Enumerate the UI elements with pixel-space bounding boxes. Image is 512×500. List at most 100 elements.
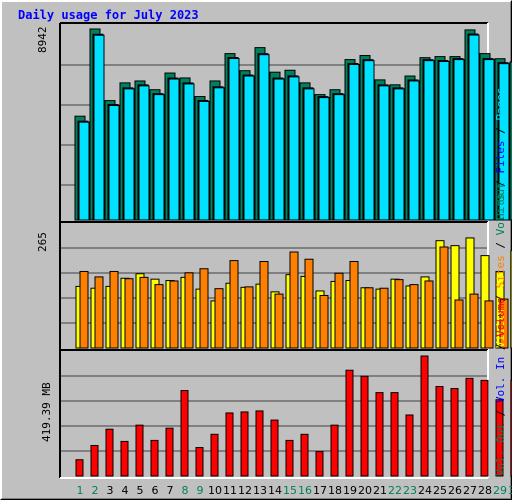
volume-bar bbox=[405, 414, 414, 477]
x-tick-label: 29 bbox=[493, 484, 507, 497]
pages-bar bbox=[198, 100, 210, 221]
x-tick-label: 17 bbox=[313, 484, 327, 497]
volume-bar bbox=[225, 412, 234, 477]
volume-bar bbox=[135, 424, 144, 477]
x-tick-label: 4 bbox=[122, 484, 129, 497]
sites-bar bbox=[394, 279, 404, 349]
sites-bar bbox=[109, 270, 119, 349]
side-legend-item: Files bbox=[494, 141, 507, 174]
volume-bar bbox=[195, 447, 204, 477]
side-legend-item: Pages bbox=[494, 88, 507, 121]
sites-bar bbox=[439, 246, 449, 349]
x-tick-label: 3 bbox=[107, 484, 114, 497]
daily-usage-chart: Daily usage for July 2023 8942Hits / Fil… bbox=[18, 8, 512, 497]
sites-bar bbox=[454, 299, 464, 349]
volume-bar bbox=[420, 355, 429, 477]
volume-bar bbox=[330, 424, 339, 477]
sites-bar bbox=[124, 278, 134, 349]
x-tick-label: 28 bbox=[478, 484, 492, 497]
sites-bar bbox=[424, 280, 434, 349]
x-tick-label: 16 bbox=[298, 484, 312, 497]
side-legend-item: Vol. In bbox=[494, 357, 507, 403]
pages-bar bbox=[273, 78, 285, 221]
sites-bar bbox=[274, 293, 284, 349]
sites-bar bbox=[349, 261, 359, 349]
pages-bar bbox=[318, 97, 330, 221]
pages-bar bbox=[438, 61, 450, 221]
pages-bar bbox=[288, 76, 300, 221]
x-tick-label: 19 bbox=[343, 484, 357, 497]
pages-bar bbox=[468, 34, 480, 221]
x-tick-label: 21 bbox=[373, 484, 387, 497]
pages-bar bbox=[123, 88, 135, 221]
x-tick-label: 27 bbox=[463, 484, 477, 497]
volume-bar bbox=[210, 433, 219, 477]
pages-bar bbox=[303, 88, 315, 221]
x-tick-label: 5 bbox=[137, 484, 144, 497]
pages-bar bbox=[138, 85, 150, 221]
pages-bar bbox=[363, 60, 375, 221]
pages-bar bbox=[423, 60, 435, 221]
pages-bar bbox=[213, 87, 225, 221]
volume-bar bbox=[90, 444, 99, 477]
sites-bar bbox=[94, 276, 104, 349]
volume-bar bbox=[360, 375, 369, 477]
sites-bar bbox=[409, 284, 419, 349]
pages-bar bbox=[78, 121, 90, 221]
pages-bar bbox=[378, 85, 390, 221]
pages-bar bbox=[408, 80, 420, 221]
chart-title: Daily usage for July 2023 bbox=[18, 8, 199, 22]
pages-bar bbox=[483, 59, 495, 221]
volume-bar bbox=[450, 388, 459, 477]
pages-bar bbox=[168, 78, 180, 221]
sites-bar bbox=[199, 268, 209, 349]
volume-bar bbox=[150, 439, 159, 477]
y-axis-max-label: 419.39 MB bbox=[40, 382, 53, 442]
sites-bar bbox=[334, 272, 344, 349]
x-tick-label: 22 bbox=[388, 484, 402, 497]
x-tick-label: 23 bbox=[403, 484, 417, 497]
volume-bar bbox=[255, 410, 264, 477]
volume-bar bbox=[120, 440, 129, 477]
pages-bar bbox=[333, 94, 345, 221]
sites-bar bbox=[319, 294, 329, 349]
sites-bar bbox=[154, 284, 164, 349]
pages-bar bbox=[228, 58, 240, 221]
pages-bar bbox=[258, 54, 270, 221]
volume-bar bbox=[435, 386, 444, 477]
volume-bar bbox=[285, 439, 294, 477]
volume-bar bbox=[465, 377, 474, 477]
sites-bar bbox=[289, 251, 299, 349]
x-tick-label: 1 bbox=[77, 484, 84, 497]
x-tick-label: 20 bbox=[358, 484, 372, 497]
x-tick-label: 11 bbox=[223, 484, 237, 497]
x-tick-label: 25 bbox=[433, 484, 447, 497]
sites-bar bbox=[244, 286, 254, 349]
sites-bar bbox=[79, 270, 89, 349]
side-legend-item: / bbox=[494, 121, 507, 141]
side-legend-item: Sites bbox=[494, 255, 507, 288]
x-tick-label: 24 bbox=[418, 484, 432, 497]
volume-bar bbox=[345, 369, 354, 477]
volume-bar bbox=[480, 379, 489, 477]
x-tick-label: 14 bbox=[268, 484, 282, 497]
x-tick-label: 8 bbox=[182, 484, 189, 497]
volume-bar bbox=[240, 411, 249, 477]
sites-bar bbox=[214, 288, 224, 349]
x-tick-label: 15 bbox=[283, 484, 297, 497]
side-legend-item: Vol. Out bbox=[494, 182, 507, 235]
sites-bar bbox=[364, 287, 374, 349]
x-tick-label: 18 bbox=[328, 484, 342, 497]
side-legend-item: / bbox=[494, 337, 507, 357]
y-axis-max-label: 8942 bbox=[36, 27, 49, 54]
x-tick-label: 10 bbox=[208, 484, 222, 497]
volume-bar bbox=[315, 451, 324, 477]
side-legend: Vol. Out / Vol. In / Volume bbox=[494, 297, 507, 476]
pages-bar bbox=[108, 105, 120, 221]
side-legend-item: / bbox=[494, 403, 507, 423]
x-tick-label: 30 bbox=[508, 484, 512, 497]
sites-bar bbox=[469, 293, 479, 349]
sites-bar bbox=[184, 272, 194, 349]
side-legend-item: Vol. Out bbox=[494, 423, 507, 476]
volume-bar bbox=[390, 392, 399, 477]
